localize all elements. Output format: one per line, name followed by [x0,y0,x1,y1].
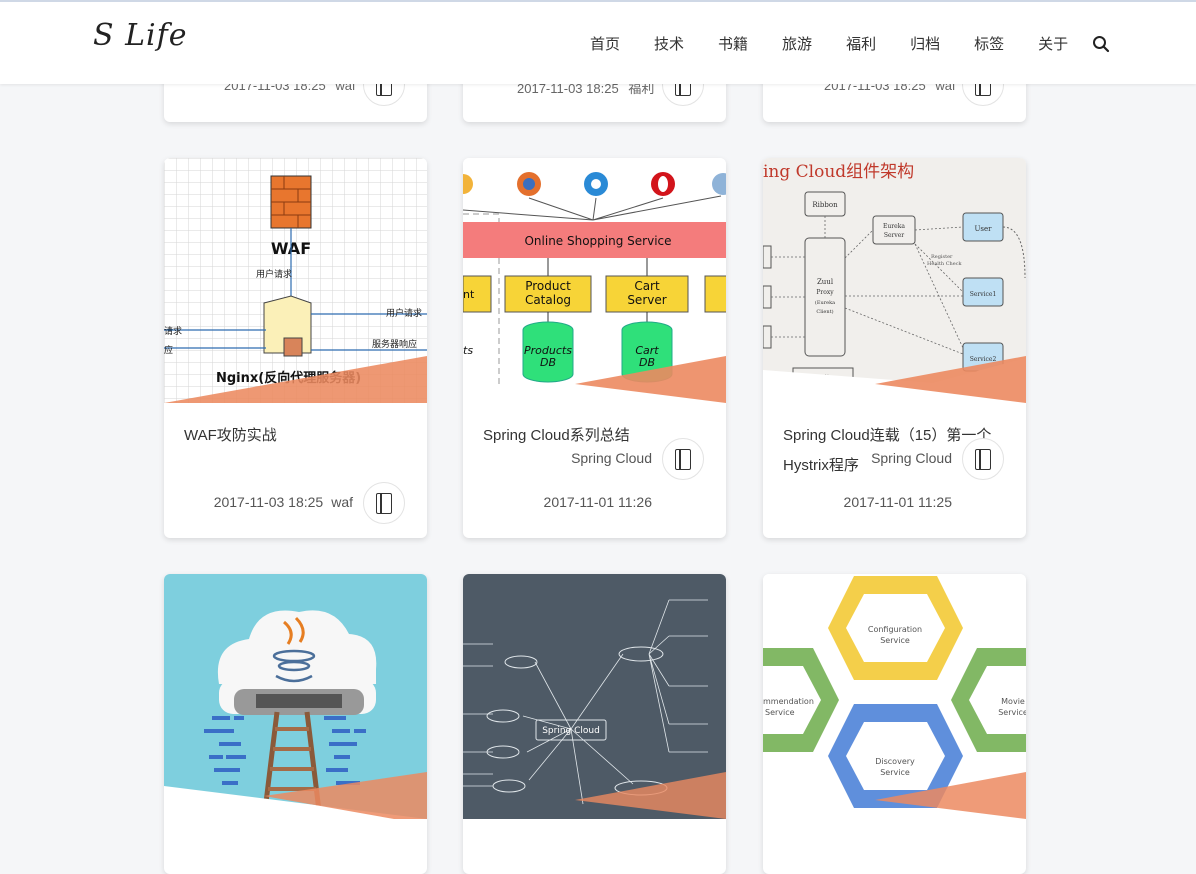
top-border [0,0,1196,2]
svg-text:Service: Service [880,636,910,645]
post-meta: 2017-11-03 18:25 waf [214,494,353,510]
mind-center: Spring Cloud [542,726,600,736]
label-resp: 服务器响应 [372,338,417,350]
post-card-microservices[interactable]: Configuration Service Discovery Service … [763,574,1026,874]
post-title[interactable]: WAF攻防实战 [184,421,409,451]
post-card-java-cloud[interactable] [164,574,427,874]
svg-text:User: User [975,225,993,233]
post-meta: 2017-11-01 11:26 [544,494,652,510]
post-card-mindmap[interactable]: Spring Cloud [463,574,726,874]
label-req: 用户请求 [256,268,292,280]
box1: Product [525,279,571,293]
nav-welfare[interactable]: 福利 [846,33,876,54]
svg-text:Zuul: Zuul [817,278,834,286]
nav-about[interactable]: 关于 [1038,33,1068,54]
bookmark-button[interactable] [363,482,405,524]
svg-text:mmendation: mmendation [763,697,814,706]
nav-archive[interactable]: 归档 [910,33,940,54]
book-icon [975,448,991,470]
post-date: 2017-11-01 11:26 [543,494,652,510]
bookmark-button[interactable] [962,438,1004,480]
svg-text:DB: DB [540,356,556,369]
nav-tags[interactable]: 标签 [974,33,1004,54]
site-header: S Life 首页 技术 书籍 旅游 福利 归档 标签 关于 [0,2,1196,84]
nav-tech[interactable]: 技术 [654,33,684,54]
post-category[interactable]: Spring Cloud [871,450,952,466]
svg-text:Configuration: Configuration [868,625,922,634]
svg-text:Server: Server [884,232,904,239]
left-a: 请求 [164,325,182,337]
post-date: 2017-11-01 11:25 [843,494,952,510]
search-icon[interactable] [1092,35,1110,53]
svg-text:Service: Service [765,708,795,717]
main-nav: 首页 技术 书籍 旅游 福利 归档 标签 关于 [590,33,1110,54]
bookmark-button[interactable] [662,438,704,480]
post-category[interactable]: Spring Cloud [571,450,652,466]
svg-text:Register: Register [931,254,953,260]
box2: Cart [634,279,660,293]
shop-service: Online Shopping Service [524,234,671,248]
svg-text:Service1: Service1 [970,291,997,298]
book-icon [376,492,392,514]
svg-text:(Eureka: (Eureka [815,299,835,306]
svg-text:Service: Service [998,708,1026,717]
svg-text:Movie: Movie [1001,697,1025,706]
nav-travel[interactable]: 旅游 [782,33,812,54]
svg-text:Health Check: Health Check [927,261,963,267]
svg-text:Client): Client) [816,308,833,315]
nav-books[interactable]: 书籍 [718,33,748,54]
svg-text:Ribbon: Ribbon [812,201,838,209]
svg-text:Server: Server [627,293,666,307]
svg-text:DB: DB [639,356,655,369]
svg-text:Proxy: Proxy [816,289,834,296]
box0: nt [463,288,475,301]
svg-text:Discovery: Discovery [875,757,915,766]
post-thumbnail[interactable]: Online Shopping Service nt Product Catal… [463,158,726,403]
post-thumbnail[interactable]: WAF 用户请求 请求 应 用户请求 服务器响应 Nginx(反向代理服务器) [164,158,427,403]
post-date: 2017-11-03 18:25 [213,494,324,510]
post-meta: 2017-11-01 11:25 [844,494,952,510]
post-thumbnail[interactable] [164,574,427,819]
post-card-spring-summary[interactable]: Online Shopping Service nt Product Catal… [463,158,726,538]
svg-text:Eureka: Eureka [883,223,905,230]
left-b: 应 [164,344,173,356]
svg-text:Service2: Service2 [970,356,997,363]
post-card-waf[interactable]: WAF 用户请求 请求 应 用户请求 服务器响应 Nginx(反向代理服务器) … [164,158,427,538]
post-author[interactable]: waf [331,494,353,510]
post-thumbnail[interactable]: Configuration Service Discovery Service … [763,574,1026,819]
svg-text:Catalog: Catalog [525,293,571,307]
svg-text:ts: ts [463,344,473,357]
label-req2: 用户请求 [386,307,422,319]
nav-home[interactable]: 首页 [590,33,620,54]
post-card-hystrix[interactable]: ing Cloud组件架构 Ribbon Zuul Proxy (Eureka … [763,158,1026,538]
svg-text:Service: Service [880,768,910,777]
post-thumbnail[interactable]: Spring Cloud [463,574,726,819]
arch-title: ing Cloud组件架构 [763,162,914,182]
post-thumbnail[interactable]: ing Cloud组件架构 Ribbon Zuul Proxy (Eureka … [763,158,1026,403]
site-logo[interactable]: S Life [93,18,187,53]
book-icon [675,448,691,470]
